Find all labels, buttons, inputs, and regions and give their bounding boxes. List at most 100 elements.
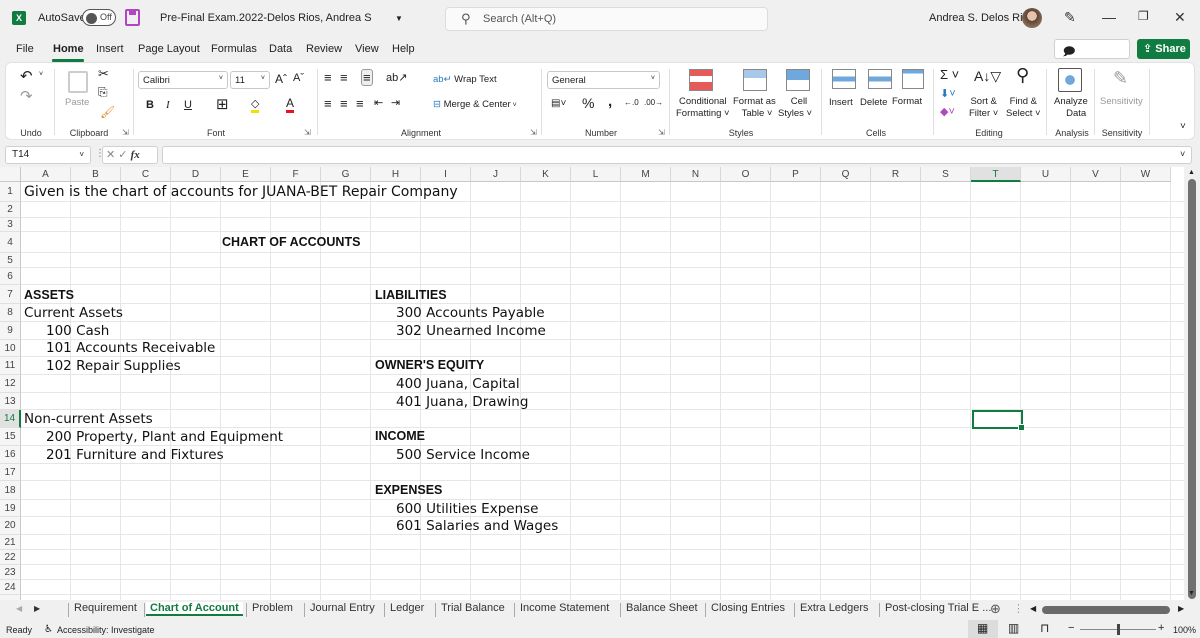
- borders-icon[interactable]: ⊞: [216, 95, 229, 113]
- align-right-icon[interactable]: ≡: [356, 96, 364, 111]
- tab-help[interactable]: Help: [392, 43, 415, 55]
- number-dialog-launcher-icon[interactable]: ⇲: [658, 128, 665, 137]
- redo-icon[interactable]: ↷: [20, 87, 33, 105]
- sheet-tab-chart-of-account[interactable]: Chart of Account: [146, 602, 243, 616]
- column-header-o[interactable]: O: [721, 167, 771, 182]
- zoom-out-button[interactable]: −: [1068, 622, 1074, 634]
- comments-button[interactable]: 🗩 Comments: [1054, 39, 1130, 74]
- tab-insert[interactable]: Insert: [96, 43, 124, 55]
- sort-filter-icon[interactable]: A↓▽: [974, 68, 1001, 85]
- analyze-data-button[interactable]: Analyze Data: [1054, 96, 1088, 120]
- sheet-tab-problem[interactable]: Problem: [252, 602, 293, 614]
- sheet-tab-requirement[interactable]: Requirement: [74, 602, 137, 614]
- cancel-icon[interactable]: ✕: [106, 149, 115, 161]
- expand-formula-bar-icon[interactable]: ˅: [1180, 149, 1185, 159]
- normal-view-button[interactable]: ▦: [968, 620, 998, 638]
- row-header-14[interactable]: 14: [0, 410, 21, 428]
- row-header-3[interactable]: 3: [0, 218, 21, 232]
- sheet-tab-closing-entries[interactable]: Closing Entries: [711, 602, 785, 614]
- find-icon[interactable]: ⚲: [1016, 65, 1029, 86]
- column-header-f[interactable]: F: [271, 167, 321, 182]
- vertical-scroll-thumb[interactable]: [1188, 179, 1196, 599]
- row-header-19[interactable]: 19: [0, 500, 21, 517]
- search-box[interactable]: ⚲ Search (Alt+Q): [445, 7, 768, 31]
- row-header-1[interactable]: 1: [0, 182, 21, 202]
- format-cells-icon[interactable]: [902, 69, 924, 89]
- accounting-format-icon[interactable]: ▤˅: [551, 98, 566, 109]
- row-header-7[interactable]: 7: [0, 285, 21, 304]
- column-header-n[interactable]: N: [671, 167, 721, 182]
- column-header-a[interactable]: A: [21, 167, 71, 182]
- vertical-scrollbar[interactable]: ▲ ▼: [1184, 167, 1200, 600]
- row-header-23[interactable]: 23: [0, 565, 21, 580]
- row-header-13[interactable]: 13: [0, 393, 21, 410]
- format-as-table-button[interactable]: Format as Table ˅: [733, 96, 776, 120]
- row-header-2[interactable]: 2: [0, 202, 21, 218]
- autosave-toggle[interactable]: Off: [82, 9, 116, 26]
- decrease-indent-icon[interactable]: ⇤: [374, 96, 383, 109]
- column-header-s[interactable]: S: [921, 167, 971, 182]
- insert-function-icon[interactable]: fx: [131, 149, 140, 161]
- select-all-button[interactable]: [0, 167, 21, 182]
- save-icon[interactable]: [125, 9, 140, 26]
- row-header-16[interactable]: 16: [0, 446, 21, 464]
- tab-home[interactable]: Home: [53, 43, 84, 55]
- row-header-12[interactable]: 12: [0, 375, 21, 393]
- paste-icon[interactable]: [68, 71, 88, 93]
- close-button[interactable]: ✕: [1174, 9, 1186, 26]
- row-header-6[interactable]: 6: [0, 268, 21, 285]
- scroll-right-icon[interactable]: ▶: [1178, 604, 1184, 613]
- column-header-m[interactable]: M: [621, 167, 671, 182]
- font-name-select[interactable]: Calibri ˅: [138, 71, 228, 89]
- increase-indent-icon[interactable]: ⇥: [391, 96, 400, 109]
- clear-icon[interactable]: ◆˅: [940, 105, 955, 118]
- restore-button[interactable]: ❐: [1138, 9, 1149, 23]
- column-header-g[interactable]: G: [321, 167, 371, 182]
- delete-cells-icon[interactable]: [868, 69, 892, 89]
- sort-filter-button[interactable]: Sort & Filter ˅: [969, 96, 998, 120]
- avatar[interactable]: [1022, 8, 1042, 28]
- delete-cells-button[interactable]: Delete: [860, 97, 887, 108]
- user-name[interactable]: Andrea S. Delos Rios: [929, 12, 1034, 24]
- zoom-level[interactable]: 100%: [1173, 625, 1196, 635]
- tab-split-handle[interactable]: ⋮: [1013, 602, 1024, 615]
- sheet-tab-balance-sheet[interactable]: Balance Sheet: [626, 602, 698, 614]
- row-header-17[interactable]: 17: [0, 464, 21, 481]
- column-header-d[interactable]: D: [171, 167, 221, 182]
- copy-icon[interactable]: ⎘: [98, 85, 108, 100]
- analyze-data-icon[interactable]: [1058, 68, 1082, 92]
- clipboard-dialog-launcher-icon[interactable]: ⇲: [122, 128, 129, 137]
- row-header-18[interactable]: 18: [0, 481, 21, 500]
- file-name-chevron-icon[interactable]: ▼: [395, 14, 403, 23]
- autosum-icon[interactable]: Σ ˅: [940, 67, 959, 82]
- tab-data[interactable]: Data: [269, 43, 292, 55]
- insert-cells-button[interactable]: Insert: [829, 97, 853, 108]
- row-header-21[interactable]: 21: [0, 535, 21, 550]
- sheet-tab-income-statement[interactable]: Income Statement: [520, 602, 609, 614]
- page-break-view-icon[interactable]: ⊓: [1040, 621, 1049, 635]
- alignment-dialog-launcher-icon[interactable]: ⇲: [530, 128, 537, 137]
- column-header-i[interactable]: I: [421, 167, 471, 182]
- comma-style-icon[interactable]: ,: [608, 93, 612, 110]
- cell-styles-icon[interactable]: [786, 69, 810, 91]
- sheet-tab-post-closing-trial-e[interactable]: Post-closing Trial E ...: [885, 602, 991, 614]
- pen-icon[interactable]: ✎: [1064, 9, 1076, 26]
- increase-decimal-icon[interactable]: ←.0: [624, 98, 639, 107]
- column-header-c[interactable]: C: [121, 167, 171, 182]
- accessibility-status[interactable]: Accessibility: Investigate: [57, 625, 155, 635]
- row-header-8[interactable]: 8: [0, 304, 21, 322]
- sheet-tab-extra-ledgers[interactable]: Extra Ledgers: [800, 602, 868, 614]
- sheet-tab-ledger[interactable]: Ledger: [390, 602, 424, 614]
- font-dialog-launcher-icon[interactable]: ⇲: [304, 128, 311, 137]
- column-header-q[interactable]: Q: [821, 167, 871, 182]
- row-header-9[interactable]: 9: [0, 322, 21, 340]
- column-header-k[interactable]: K: [521, 167, 571, 182]
- fill-color-icon[interactable]: ◇: [251, 97, 260, 113]
- bold-icon[interactable]: B: [146, 99, 154, 111]
- column-header-r[interactable]: R: [871, 167, 921, 182]
- column-header-e[interactable]: E: [221, 167, 271, 182]
- column-header-p[interactable]: P: [771, 167, 821, 182]
- undo-dropdown-icon[interactable]: ˅: [39, 71, 43, 78]
- column-header-v[interactable]: V: [1071, 167, 1121, 182]
- row-header-20[interactable]: 20: [0, 517, 21, 535]
